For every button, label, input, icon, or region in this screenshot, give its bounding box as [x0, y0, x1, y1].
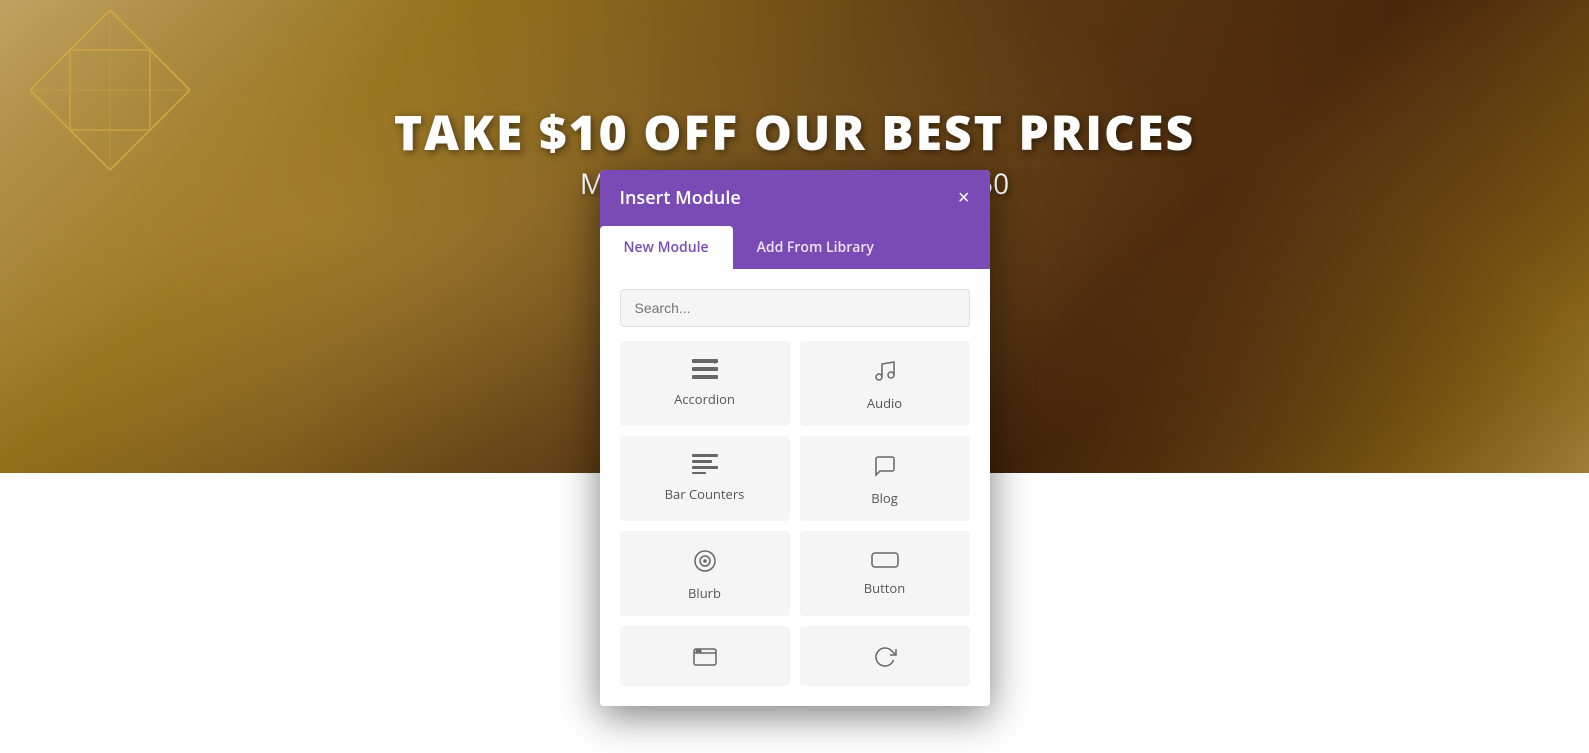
modal-title: Insert Module: [620, 186, 741, 210]
module-item-button[interactable]: Button: [800, 531, 970, 616]
button-label: Button: [864, 579, 905, 597]
modal-tabs: New Module Add From Library: [600, 226, 990, 269]
bar-counters-label: Bar Counters: [665, 485, 745, 503]
blurb-icon: [693, 549, 717, 576]
modules-grid-partial: [620, 626, 970, 686]
module-search-input[interactable]: [620, 289, 970, 327]
accordion-icon: [692, 359, 718, 382]
tab-add-from-library[interactable]: Add From Library: [733, 226, 898, 269]
module-item-counter[interactable]: [800, 626, 970, 686]
modal-header: Insert Module ×: [600, 170, 990, 226]
insert-module-modal: Insert Module × New Module Add From Libr…: [600, 170, 990, 706]
blurb-label: Blurb: [688, 584, 721, 602]
button-icon: [871, 549, 899, 571]
modal-body: Accordion Audio: [600, 269, 990, 706]
audio-icon: [873, 359, 897, 386]
audio-label: Audio: [867, 394, 902, 412]
module-item-accordion[interactable]: Accordion: [620, 341, 790, 426]
counter-icon: [873, 645, 897, 672]
module-item-bar-counters[interactable]: Bar Counters: [620, 436, 790, 521]
modules-grid: Accordion Audio: [620, 341, 970, 616]
module-item-blog[interactable]: Blog: [800, 436, 970, 521]
module-item-blurb[interactable]: Blurb: [620, 531, 790, 616]
blog-label: Blog: [871, 489, 898, 507]
bar-counters-icon: [692, 454, 718, 477]
accordion-label: Accordion: [674, 390, 735, 408]
tab-new-module[interactable]: New Module: [600, 226, 733, 269]
modal-close-button[interactable]: ×: [958, 188, 970, 208]
modal-overlay: Insert Module × New Module Add From Libr…: [0, 0, 1589, 753]
blog-icon: [873, 454, 897, 481]
module-item-code[interactable]: [620, 626, 790, 686]
code-icon: [693, 647, 717, 669]
module-item-audio[interactable]: Audio: [800, 341, 970, 426]
